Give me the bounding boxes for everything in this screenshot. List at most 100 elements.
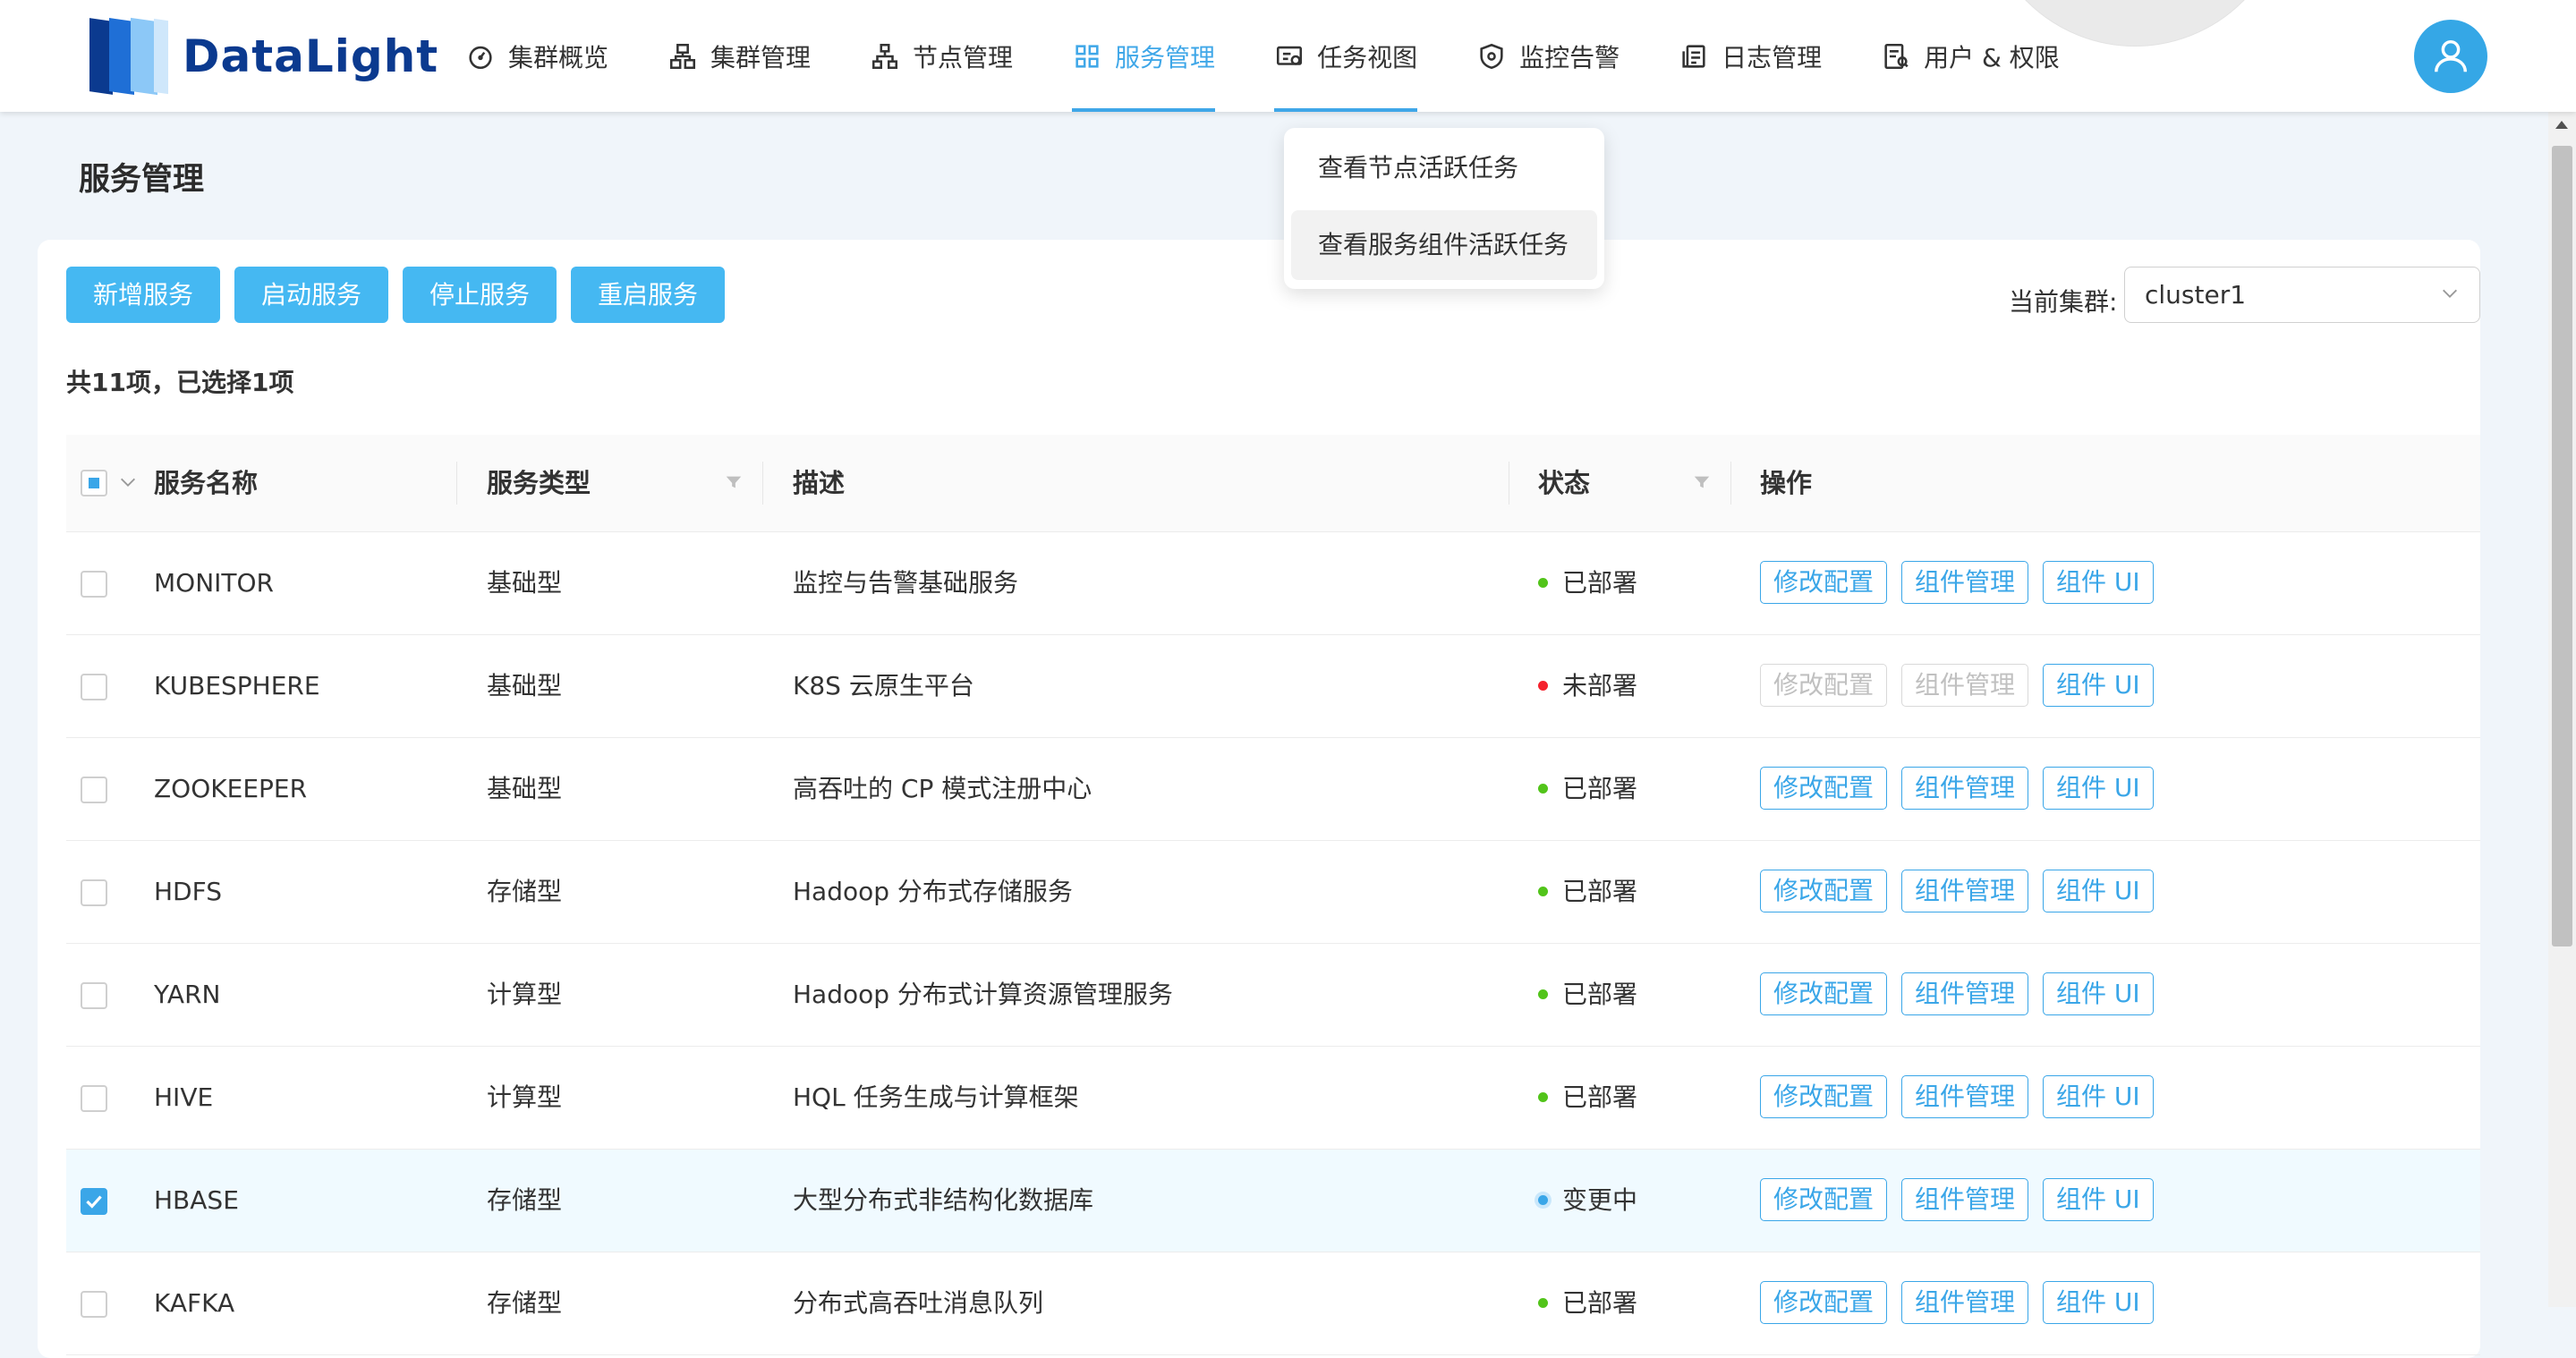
main-nav: 集群概览 集群管理 节点管理 服务管理 任务视图 监控告警 日志管理 用户 & … [465, 0, 2119, 112]
row-checkbox[interactable] [81, 1188, 107, 1215]
node-tree-icon [872, 43, 898, 69]
cell-service-type: 存储型 [487, 877, 563, 906]
component-manage-button[interactable]: 组件管理 [1901, 1178, 2029, 1221]
component-ui-button[interactable]: 组件 UI [2043, 664, 2154, 707]
user-avatar[interactable] [2414, 20, 2487, 93]
table-row[interactable]: HIVE 计算型 HQL 任务生成与计算框架 已部署 修改配置 组件管理 组件 … [66, 1047, 2480, 1150]
nav-label: 监控告警 [1519, 42, 1620, 72]
cell-service-type: 基础型 [487, 568, 563, 598]
status-dot [1538, 577, 1548, 588]
cluster-icon [669, 43, 696, 69]
edit-config-button[interactable]: 修改配置 [1760, 767, 1888, 810]
app-logo[interactable]: DataLight [89, 17, 438, 96]
component-ui-button[interactable]: 组件 UI [2043, 972, 2154, 1015]
component-manage-button[interactable]: 组件管理 [1901, 1075, 2029, 1118]
component-manage-button[interactable]: 组件管理 [1901, 972, 2029, 1015]
row-actions: 修改配置 组件管理 组件 UI [1760, 1281, 2168, 1324]
component-manage-button[interactable]: 组件管理 [1901, 1281, 2029, 1324]
scroll-thumb[interactable] [2552, 146, 2572, 946]
top-navbar: DataLight 集群概览 集群管理 节点管理 服务管理 任务视图 监控告警 [0, 0, 2576, 112]
edit-config-button[interactable]: 修改配置 [1760, 561, 1888, 604]
nav-item-node-manage[interactable]: 节点管理 [870, 0, 1013, 112]
component-ui-button[interactable]: 组件 UI [2043, 1075, 2154, 1118]
table-row[interactable]: HDFS 存储型 Hadoop 分布式存储服务 已部署 修改配置 组件管理 组件… [66, 841, 2480, 944]
table-row[interactable]: ZOOKEEPER 基础型 高吞吐的 CP 模式注册中心 已部署 修改配置 组件… [66, 738, 2480, 841]
row-checkbox[interactable] [81, 674, 107, 700]
status-dot [1538, 1091, 1548, 1102]
table-row[interactable]: KUBESPHERE 基础型 K8S 云原生平台 未部署 修改配置 组件管理 组… [66, 635, 2480, 738]
nav-item-log-manage[interactable]: 日志管理 [1679, 0, 1822, 112]
component-manage-button[interactable]: 组件管理 [1901, 561, 2029, 604]
cell-status: 已部署 [1538, 1047, 1637, 1149]
edit-config-button[interactable]: 修改配置 [1760, 1178, 1888, 1221]
user-icon [2434, 39, 2468, 72]
status-text: 已部署 [1562, 877, 1638, 906]
restart-service-button[interactable]: 重启服务 [571, 267, 726, 323]
status-text: 已部署 [1562, 568, 1638, 598]
status-dot [1538, 1194, 1548, 1205]
component-manage-button[interactable]: 组件管理 [1901, 767, 2029, 810]
row-checkbox[interactable] [81, 879, 107, 906]
cell-status: 已部署 [1538, 841, 1637, 943]
table-row[interactable]: MONITOR 基础型 监控与告警基础服务 已部署 修改配置 组件管理 组件 U… [66, 532, 2480, 635]
cell-description: K8S 云原生平台 [793, 671, 974, 700]
menu-item-component-active-tasks[interactable]: 查看服务组件活跃任务 [1291, 210, 1597, 280]
cell-service-type: 计算型 [487, 980, 563, 1009]
header-operations: 操作 [1760, 468, 1813, 498]
edit-config-button[interactable]: 修改配置 [1760, 1075, 1888, 1118]
chevron-down-icon[interactable] [118, 472, 138, 492]
status-text: 变更中 [1562, 1185, 1638, 1215]
table-row[interactable]: YARN 计算型 Hadoop 分布式计算资源管理服务 已部署 修改配置 组件管… [66, 944, 2480, 1047]
nav-label: 集群管理 [710, 42, 812, 72]
row-checkbox[interactable] [81, 1085, 107, 1112]
row-checkbox[interactable] [81, 1291, 107, 1318]
component-ui-button[interactable]: 组件 UI [2043, 1281, 2154, 1324]
nav-item-cluster-manage[interactable]: 集群管理 [667, 0, 811, 112]
start-service-button[interactable]: 启动服务 [234, 267, 389, 323]
page-title: 服务管理 [79, 162, 205, 198]
nav-label: 集群概览 [508, 42, 609, 72]
vertical-scrollbar[interactable] [2548, 112, 2576, 1307]
status-text: 已部署 [1562, 1082, 1638, 1112]
cell-service-name: ZOOKEEPER [154, 774, 308, 803]
component-ui-button[interactable]: 组件 UI [2043, 767, 2154, 810]
table-row[interactable]: KAFKA 存储型 分布式高吞吐消息队列 已部署 修改配置 组件管理 组件 UI [66, 1252, 2480, 1355]
edit-config-button[interactable]: 修改配置 [1760, 870, 1888, 912]
stop-service-button[interactable]: 停止服务 [403, 267, 557, 323]
nav-item-cluster-overview[interactable]: 集群概览 [465, 0, 608, 112]
status-dot [1538, 680, 1548, 691]
row-checkbox[interactable] [81, 777, 107, 803]
service-card: 新增服务 启动服务 停止服务 重启服务 当前集群: cluster1 共11项，… [38, 240, 2480, 1358]
nav-item-task-view[interactable]: 任务视图 [1274, 0, 1418, 112]
component-manage-button[interactable]: 组件管理 [1901, 870, 2029, 912]
add-service-button[interactable]: 新增服务 [66, 267, 221, 323]
cell-service-name: HBASE [154, 1185, 239, 1215]
nav-item-service-manage[interactable]: 服务管理 [1072, 0, 1216, 112]
scroll-up-arrow-icon[interactable] [2555, 121, 2568, 129]
table-header: 服务名称 服务类型 描述 状态 操作 [66, 435, 2480, 532]
row-checkbox[interactable] [81, 571, 107, 598]
cell-status: 已部署 [1538, 944, 1637, 1046]
filter-icon[interactable] [1692, 472, 1712, 492]
status-dot [1538, 989, 1548, 999]
table-row[interactable]: HBASE 存储型 大型分布式非结构化数据库 变更中 修改配置 组件管理 组件 … [66, 1150, 2480, 1252]
component-ui-button[interactable]: 组件 UI [2043, 1178, 2154, 1221]
header-service-name: 服务名称 [154, 468, 259, 498]
grid-icon [1075, 44, 1099, 68]
nav-item-user-permission[interactable]: 用户 & 权限 [1881, 0, 2060, 112]
menu-item-node-active-tasks[interactable]: 查看节点活跃任务 [1291, 133, 1597, 203]
component-ui-button[interactable]: 组件 UI [2043, 870, 2154, 912]
row-checkbox[interactable] [81, 982, 107, 1009]
cell-service-name: YARN [154, 980, 221, 1009]
edit-config-button[interactable]: 修改配置 [1760, 972, 1888, 1015]
component-ui-button[interactable]: 组件 UI [2043, 561, 2154, 604]
cell-service-name: KUBESPHERE [154, 671, 320, 700]
filter-icon[interactable] [724, 472, 744, 492]
cell-description: Hadoop 分布式计算资源管理服务 [793, 980, 1173, 1009]
cluster-select[interactable]: cluster1 [2124, 267, 2480, 323]
nav-item-monitor-alert[interactable]: 监控告警 [1476, 0, 1620, 112]
table-body: MONITOR 基础型 监控与告警基础服务 已部署 修改配置 组件管理 组件 U… [66, 532, 2480, 1355]
edit-config-button[interactable]: 修改配置 [1760, 1281, 1888, 1324]
select-all-checkbox[interactable] [81, 470, 107, 497]
logo-icon [89, 17, 170, 96]
